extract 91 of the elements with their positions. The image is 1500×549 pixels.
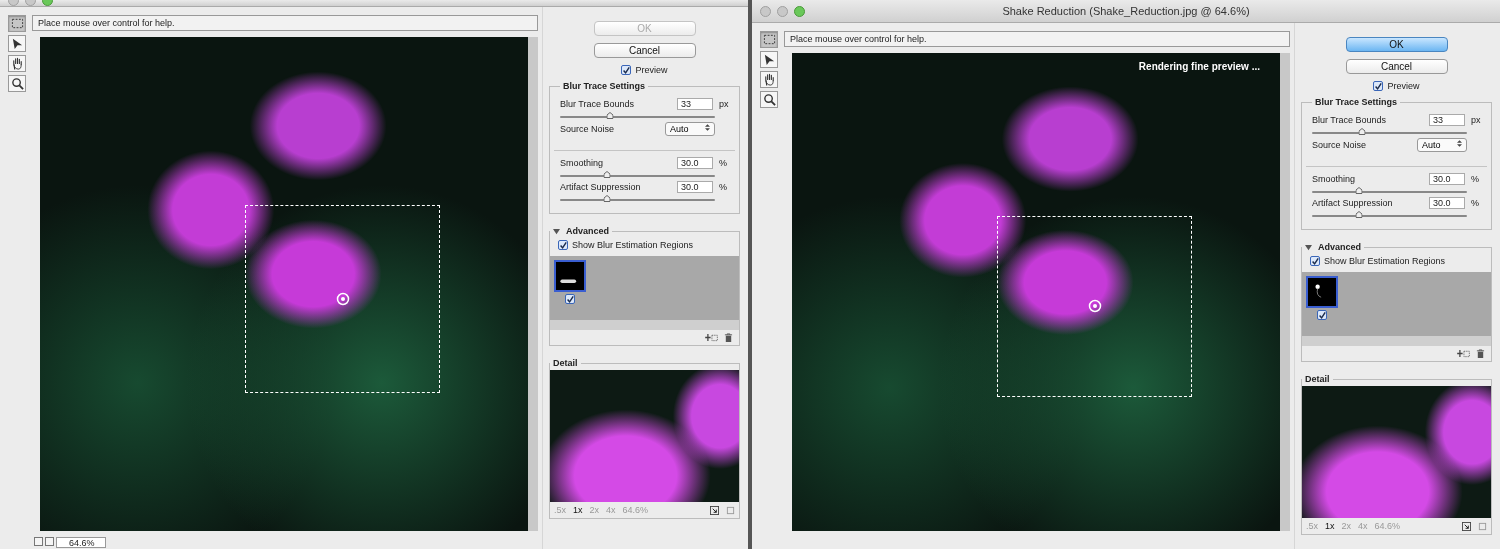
unit-label: % <box>1470 198 1480 208</box>
value-field[interactable]: 33 <box>677 98 713 110</box>
stepper-arrows-icon <box>1457 140 1462 147</box>
slider-thumb[interactable] <box>603 171 610 178</box>
checkbox-label: Show Blur Estimation Regions <box>572 240 694 250</box>
value-field[interactable]: 30.0 <box>1429 173 1465 185</box>
tool-button[interactable] <box>8 35 26 52</box>
pointer-icon <box>762 53 776 66</box>
checkbox[interactable] <box>1310 256 1320 266</box>
zoom-icon <box>10 77 24 90</box>
value-field[interactable]: 30.0 <box>677 181 713 193</box>
help-field: Place mouse over control for help. <box>784 31 1290 47</box>
marquee-icon <box>762 33 776 46</box>
setting-label: Smoothing <box>560 158 605 168</box>
scrollbar[interactable] <box>528 37 538 531</box>
trash-icon[interactable] <box>724 333 733 342</box>
unit-label: % <box>718 182 728 192</box>
group-title: Blur Trace Settings <box>1314 97 1399 107</box>
stepper-arrows-icon <box>705 124 710 131</box>
checkbox-label: Preview <box>1387 81 1420 91</box>
tool-button[interactable] <box>760 51 778 68</box>
target-icon[interactable] <box>1087 299 1102 314</box>
unit-label: px <box>1470 115 1482 125</box>
cancel-button[interactable]: Cancel <box>1345 59 1448 74</box>
trash-icon[interactable] <box>1476 349 1485 358</box>
region-thumbnail[interactable] <box>554 260 586 292</box>
zoom-reading: 64.6% <box>622 505 649 515</box>
disclosure-triangle-icon[interactable] <box>553 227 560 235</box>
group-title: Advanced <box>566 226 609 236</box>
setting-label: Source Noise <box>1312 140 1367 150</box>
slider-thumb[interactable] <box>603 195 610 202</box>
scrollbar[interactable] <box>1280 53 1290 531</box>
value-field[interactable]: 33 <box>1429 114 1465 126</box>
zoom-option[interactable]: 1x <box>573 505 583 515</box>
checkbox[interactable] <box>1373 81 1384 91</box>
tool-button[interactable] <box>760 71 778 88</box>
loupe-icon[interactable] <box>1462 521 1471 531</box>
group-title: Advanced <box>1318 242 1361 252</box>
unit-label: px <box>718 99 730 109</box>
setting-label: Source Noise <box>560 124 615 134</box>
checkbox-label: Show Blur Estimation Regions <box>1324 256 1446 266</box>
checkbox[interactable] <box>621 65 632 75</box>
zoom-in-button[interactable] <box>45 537 54 546</box>
region-thumbnail[interactable] <box>1306 276 1338 308</box>
unit-label: % <box>1470 174 1480 184</box>
checkbox[interactable] <box>565 294 575 304</box>
cancel-button[interactable]: Cancel <box>593 43 696 58</box>
zoom-field[interactable]: 64.6% <box>56 537 106 548</box>
target-icon[interactable] <box>335 291 350 306</box>
zoom-window-icon[interactable] <box>794 5 805 17</box>
slider-thumb[interactable] <box>1355 211 1362 218</box>
tool-button[interactable] <box>8 75 26 92</box>
marquee-icon <box>10 17 24 30</box>
tool-button[interactable] <box>760 91 778 108</box>
zoom-icon <box>762 93 776 106</box>
tool-button[interactable] <box>8 55 26 72</box>
setting-label: Artifact Suppression <box>1312 198 1394 208</box>
checkbox[interactable] <box>558 240 568 250</box>
zoom-out-button[interactable] <box>34 537 43 546</box>
help-field: Place mouse over control for help. <box>32 15 538 31</box>
loupe-icon[interactable] <box>710 505 719 515</box>
checkbox-label: Preview <box>635 65 668 75</box>
zoom-reading: 64.6% <box>1374 521 1401 531</box>
hand-icon <box>762 73 776 86</box>
group-title: Detail <box>552 358 579 368</box>
unit-label: % <box>718 158 728 168</box>
value-field[interactable]: 30.0 <box>1429 197 1465 209</box>
slider-thumb[interactable] <box>1355 187 1362 194</box>
slider-thumb[interactable] <box>606 112 614 119</box>
setting-label: Blur Trace Bounds <box>1312 115 1388 125</box>
blur-region-outline[interactable] <box>996 215 1193 398</box>
checkbox[interactable] <box>1317 310 1327 320</box>
value-field[interactable]: 30.0 <box>677 157 713 169</box>
add-region-icon[interactable] <box>1457 349 1470 358</box>
group-title: Blur Trace Settings <box>562 81 647 91</box>
setting-label: Smoothing <box>1312 174 1357 184</box>
disclosure-triangle-icon[interactable] <box>1305 243 1312 251</box>
noise-dropdown[interactable]: Auto <box>1417 138 1467 152</box>
blur-region-outline[interactable] <box>244 204 441 393</box>
noise-dropdown[interactable]: Auto <box>665 122 715 136</box>
window-title: Shake Reduction (Shake_Reduction.jpg @ 64.6%) <box>1002 5 1250 17</box>
zoom-option[interactable]: 1x <box>1325 521 1335 531</box>
ok-button[interactable]: OK <box>1345 37 1448 52</box>
setting-label: Artifact Suppression <box>560 182 642 192</box>
hand-icon <box>10 57 24 70</box>
group-title: Detail <box>1304 374 1331 384</box>
setting-label: Blur Trace Bounds <box>560 99 636 109</box>
pointer-icon <box>10 37 24 50</box>
slider-thumb[interactable] <box>1358 128 1366 135</box>
status-text: Rendering fine preview ... <box>1138 61 1260 72</box>
add-region-icon[interactable] <box>705 333 718 342</box>
